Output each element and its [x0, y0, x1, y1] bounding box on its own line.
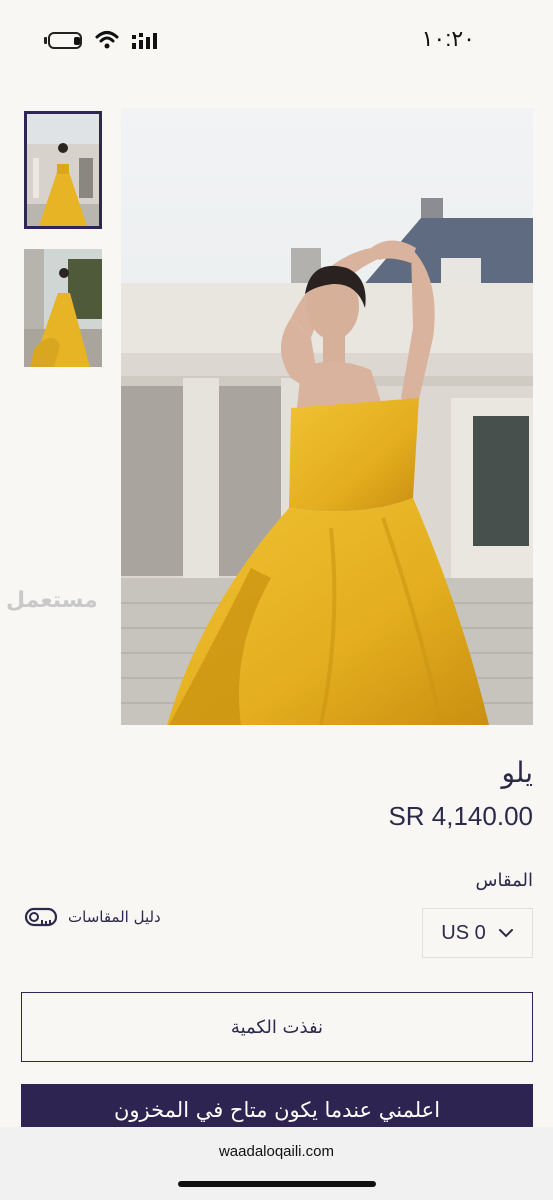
- product-main-image[interactable]: [121, 108, 533, 725]
- browser-bar: waadaloqaili.com: [0, 1127, 553, 1200]
- battery-icon: [48, 32, 82, 49]
- signal-icon: [132, 33, 157, 49]
- sold-out-button[interactable]: نفذت الكمية: [21, 992, 533, 1062]
- thumbnail-1[interactable]: [24, 111, 102, 229]
- thumbnail-list: [24, 111, 104, 387]
- product-price: SR 4,140.00: [388, 801, 533, 831]
- size-selected-value: US 0: [441, 921, 486, 944]
- chevron-down-icon: [498, 929, 513, 938]
- measuring-tape-icon: [24, 907, 58, 927]
- size-select[interactable]: US 0: [422, 908, 533, 958]
- wifi-icon: [95, 31, 119, 49]
- size-guide-label: دليل المقاسات: [68, 908, 161, 926]
- size-label: المقاس: [475, 870, 533, 891]
- home-indicator[interactable]: [178, 1181, 376, 1187]
- product-title: يلو: [501, 756, 533, 789]
- size-guide-link[interactable]: دليل المقاسات: [24, 902, 161, 932]
- thumbnail-2[interactable]: [24, 249, 102, 367]
- watermark-text: مستعمل: [6, 588, 98, 613]
- status-time: ١٠:٢٠: [421, 26, 475, 51]
- url-bar[interactable]: waadaloqaili.com: [0, 1143, 553, 1160]
- status-bar: ١٠:٢٠: [0, 0, 553, 80]
